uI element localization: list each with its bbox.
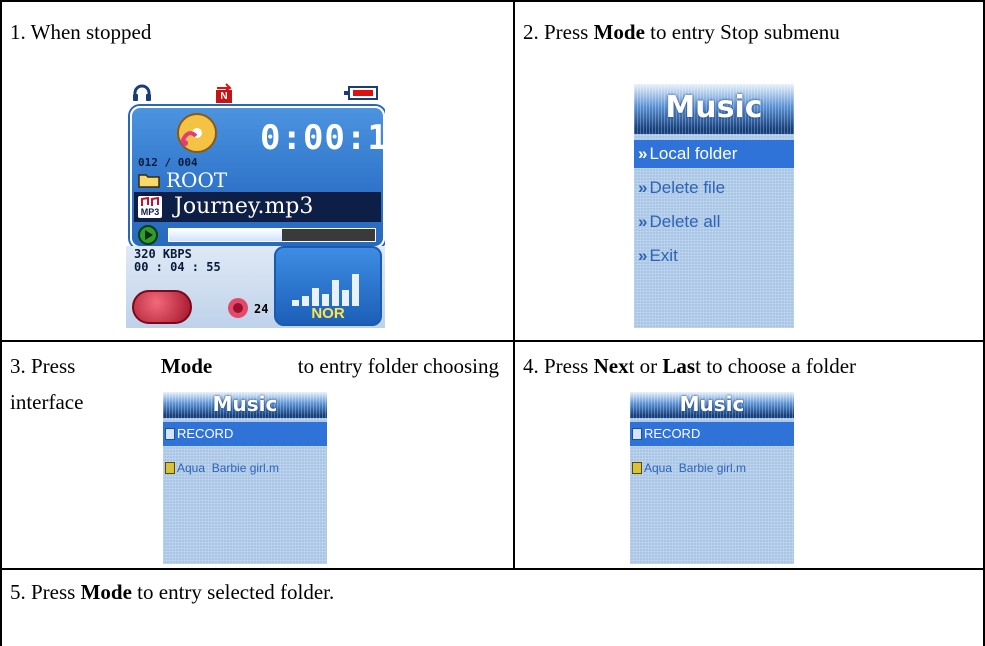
status-row: N — [126, 82, 385, 104]
menu-item-label: Exit — [649, 246, 678, 265]
chevron-right-icon: » — [638, 212, 648, 231]
volume-level: 24 — [254, 302, 269, 316]
menu-item-label: Local folder — [649, 144, 738, 163]
caption-key: Nex — [593, 354, 629, 378]
cell-step-2: 2. Press Mode to entry Stop submenu Musi… — [515, 2, 983, 340]
cell-step-1: 1. When stopped N 0:00:19 — [2, 2, 513, 340]
repeat-badge: N — [216, 90, 232, 103]
folder-icon — [632, 428, 642, 440]
menu-item-label: Delete file — [649, 178, 726, 197]
folder-icon — [138, 174, 160, 188]
caption-text: to entry selected folder. — [131, 580, 335, 604]
caption-key: Mode — [160, 354, 213, 378]
menu-title: Music — [665, 90, 763, 125]
chevron-right-icon: » — [638, 246, 648, 265]
folder-icon — [165, 428, 175, 440]
caption-text: to entry Stop submenu — [644, 20, 840, 44]
caption-text: 2. Press — [523, 20, 594, 44]
headphones-icon — [133, 84, 151, 101]
eq-mode: NOR — [311, 305, 345, 322]
equalizer-bars — [292, 274, 359, 306]
progress-fill — [169, 229, 283, 241]
cell-step-3: 3. Press Mode to entry folder choosing i… — [2, 342, 513, 568]
caption-text: to entry folder choosing — [297, 354, 499, 378]
file-icon — [632, 462, 642, 474]
elapsed-time: 0:00:19 — [260, 118, 383, 158]
menu-item[interactable]: » Delete file — [634, 174, 794, 202]
menu-item[interactable]: » Local folder — [634, 140, 794, 168]
folder-chooser-screen: Music RECORD Aqua Barbie girl.m — [630, 392, 794, 564]
menu-item-label: RECORD — [644, 426, 701, 441]
song-title: Journey.mp3 — [174, 194, 314, 219]
repeat-icon: N — [214, 82, 234, 103]
menu-item[interactable]: » Delete all — [634, 208, 794, 236]
menu-header: Music — [163, 392, 327, 418]
status-capsule — [132, 290, 192, 324]
menu-header: Music — [630, 392, 794, 418]
caption-text: 4. Press — [523, 354, 594, 378]
battery-icon — [344, 86, 378, 100]
mp3-icon: MP3 — [138, 196, 162, 218]
caption-key: Mode — [80, 580, 132, 604]
caption-key: Las — [662, 354, 696, 378]
caption-text: 5. Press — [10, 580, 81, 604]
current-folder: ROOT — [138, 168, 228, 192]
player-main-panel: 0:00:19 012 / 004 ROOT MP3 Journey.mp3 — [130, 106, 385, 248]
step-4-caption: 4. Press Next or Last to choose a folder — [523, 348, 856, 384]
menu-item-label: Aqua Barbie girl.m — [644, 461, 747, 475]
menu-item-label: Aqua Barbie girl.m — [177, 461, 280, 475]
song-bar: MP3 Journey.mp3 — [134, 192, 381, 222]
player-bottom-area: 320 KBPS 00 : 04 : 55 24 NOR — [126, 246, 385, 328]
step-2-caption: 2. Press Mode to entry Stop submenu — [523, 14, 840, 50]
step-5-caption: 5. Press Mode to entry selected folder. — [10, 574, 334, 610]
menu-header: Music — [634, 84, 794, 134]
menu-item[interactable]: RECORD — [630, 422, 794, 446]
chevron-right-icon: » — [638, 178, 648, 197]
play-icon — [138, 225, 158, 245]
cell-step-4: 4. Press Next or Last to choose a folder… — [515, 342, 983, 568]
menu-item[interactable]: RECORD — [163, 422, 327, 446]
caption-text: t to choose a folder — [695, 354, 857, 378]
caption-key: Mode — [593, 20, 645, 44]
menu-title: Music — [212, 392, 278, 416]
player-screen: N 0:00:19 012 / 004 ROOT — [126, 82, 385, 328]
cd-icon — [177, 113, 217, 153]
stop-submenu-screen: Music » Local folder» Delete file» Delete a… — [634, 84, 794, 328]
menu-item-label: Delete all — [649, 212, 721, 231]
cell-step-5: 5. Press Mode to entry selected folder. — [2, 570, 983, 646]
progress-bar — [168, 228, 376, 242]
file-icon — [165, 462, 175, 474]
menu-item[interactable]: Aqua Barbie girl.m — [163, 456, 327, 480]
step-1-caption: 1. When stopped — [10, 20, 152, 44]
chevron-right-icon: » — [638, 144, 648, 163]
menu-title: Music — [679, 392, 745, 416]
folder-chooser-screen: Music RECORD Aqua Barbie girl.m — [163, 392, 327, 564]
menu-item-label: RECORD — [177, 426, 234, 441]
caption-text: 3. Press — [10, 354, 76, 378]
speaker-icon — [228, 298, 248, 318]
caption-text: t or — [628, 354, 663, 378]
menu-item[interactable]: Aqua Barbie girl.m — [630, 456, 794, 480]
menu-item[interactable]: » Exit — [634, 242, 794, 270]
folder-name: ROOT — [166, 168, 228, 192]
duration: 00 : 04 : 55 — [134, 260, 221, 274]
mp3-badge-label: MP3 — [140, 207, 160, 217]
equalizer-box: NOR — [274, 246, 382, 326]
